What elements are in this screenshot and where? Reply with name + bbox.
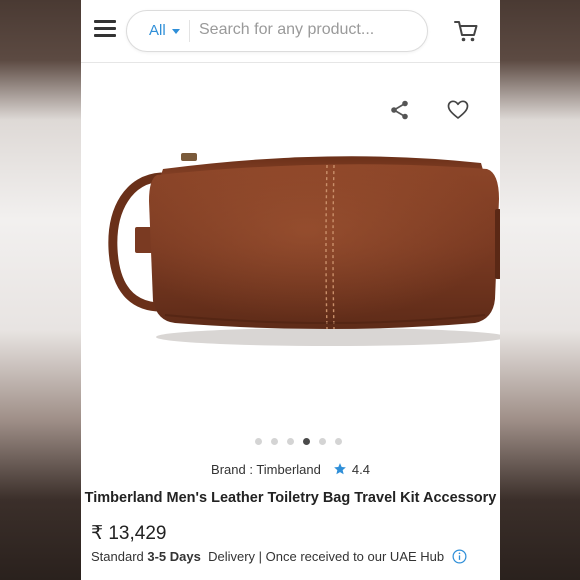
gallery-dot[interactable]	[319, 438, 326, 445]
category-dropdown[interactable]: All	[149, 22, 180, 39]
star-icon	[334, 463, 346, 475]
gallery-dot[interactable]	[303, 438, 310, 445]
caret-down-icon	[171, 29, 180, 34]
brand-label[interactable]: Brand : Timberland	[211, 462, 321, 477]
hamburger-menu-icon[interactable]	[94, 20, 116, 38]
delivery-days: 3-5 Days	[147, 549, 201, 564]
delivery-info: Standard 3-5 Days Delivery | Once receiv…	[91, 549, 467, 564]
product-gallery[interactable]	[81, 63, 500, 443]
brand-rating-row: Brand : Timberland 4.4	[81, 460, 500, 478]
top-bar: All	[81, 0, 500, 63]
cart-icon[interactable]	[453, 18, 479, 44]
rating-value: 4.4	[351, 461, 370, 477]
heart-icon[interactable]	[447, 99, 469, 121]
rating[interactable]: 4.4	[333, 462, 370, 477]
gallery-dot[interactable]	[287, 438, 294, 445]
gallery-dot[interactable]	[271, 438, 278, 445]
info-icon[interactable]	[452, 549, 467, 564]
share-icon[interactable]	[389, 99, 411, 121]
product-image	[108, 153, 500, 346]
search-divider	[189, 20, 190, 42]
app-screen: All Search for any product... Brand: Ti…	[81, 0, 500, 580]
product-price: ₹ 13,429	[91, 523, 167, 544]
delivery-suffix: Delivery | Once received to our UAE Hub	[200, 549, 445, 564]
search-input[interactable]	[199, 17, 409, 43]
delivery-prefix: Standard	[91, 549, 148, 564]
gallery-dot[interactable]	[255, 438, 262, 445]
gallery-pagination	[81, 438, 500, 448]
product-title: Timberland Men's Leather Toiletry Bag Tr…	[84, 490, 497, 506]
gallery-dot[interactable]	[335, 438, 342, 445]
category-label: All	[149, 22, 166, 39]
search-bar: All	[126, 10, 428, 52]
